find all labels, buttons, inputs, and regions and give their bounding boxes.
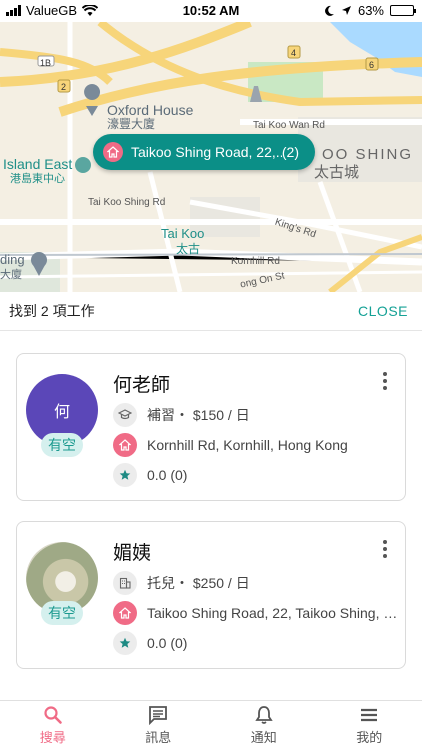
close-button[interactable]: CLOSE [358, 303, 408, 319]
bottom-nav: 搜尋 訊息 通知 我的 [0, 700, 422, 750]
job-address-row: Kornhill Rd, Kornhill, Hong Kong [113, 433, 398, 457]
home-icon [113, 601, 137, 625]
availability-badge: 有空 [41, 601, 83, 625]
nav-notifications-label: 通知 [250, 730, 277, 745]
map-pill-address: Taikoo Shing Road, 22,... [131, 144, 282, 160]
graduation-cap-icon [113, 403, 137, 427]
availability-badge: 有空 [41, 433, 83, 457]
results-count: 找到 2 項工作 [9, 303, 95, 319]
more-options-icon[interactable] [383, 540, 387, 558]
nav-profile-label: 我的 [356, 730, 383, 745]
job-name: 何老師 [113, 375, 171, 396]
menu-icon [361, 708, 378, 722]
job-card[interactable]: 何 有空 何老師 補習・ $150 / 日 Kornhill Rd, Kornh… [16, 353, 406, 501]
home-icon [103, 142, 123, 162]
job-address: Kornhill Rd, Kornhill, Hong Kong [147, 437, 348, 453]
search-icon [44, 706, 62, 724]
job-rating: 0.0 (0) [147, 467, 188, 483]
message-icon [149, 706, 168, 725]
map-cluster-pill[interactable]: Taikoo Shing Road, 22,... (2) [93, 134, 315, 170]
road-shield-4: 4 [291, 48, 297, 58]
map-label-island-east-cn: 港島東中心 [10, 173, 65, 185]
job-rating: 0.0 (0) [147, 635, 188, 651]
map-label-island-east: Island East [3, 156, 73, 172]
map-label-taikoo-shing-cn: 太古城 [314, 164, 360, 181]
star-icon [113, 463, 137, 487]
avatar-initial: 何 [53, 404, 70, 421]
divider [0, 330, 422, 331]
map-pill-count: (2) [281, 144, 299, 160]
job-rating-row: 0.0 (0) [113, 631, 398, 655]
location-arrow-icon [341, 6, 351, 15]
job-category-row: 托兒・ $250 / 日 [113, 571, 398, 595]
more-options-icon[interactable] [383, 372, 387, 390]
nav-messages[interactable]: 訊息 [106, 701, 212, 750]
job-address-row: Taikoo Shing Road, 22, Taikoo Shing, Hon… [113, 601, 398, 625]
job-category: 托兒・ $250 / 日 [147, 575, 250, 591]
map-label-oxford-house-cn: 濠豐大廈 [107, 117, 156, 131]
nav-notifications[interactable]: 通知 [211, 701, 317, 750]
moon-icon [325, 5, 334, 16]
nav-profile[interactable]: 我的 [317, 701, 422, 750]
nav-search[interactable]: 搜尋 [0, 701, 106, 750]
map-label-ding: ding [0, 252, 25, 267]
results-header: 找到 2 項工作 CLOSE [0, 292, 422, 330]
map-label-tai-koo-cn: 太古 [176, 242, 201, 256]
star-icon [113, 631, 137, 655]
road-shield-1b: 1B [40, 58, 52, 68]
bell-icon [255, 706, 273, 724]
job-name: 媚姨 [113, 543, 152, 564]
nav-search-label: 搜尋 [39, 730, 66, 745]
status-bar: ValueGB 10:52 AM 63% [0, 0, 422, 22]
map-label-taikoo-shing-rd: Tai Koo Shing Rd [88, 197, 166, 208]
home-icon [113, 433, 137, 457]
building-icon [113, 571, 137, 595]
job-category: 補習・ $150 / 日 [147, 407, 250, 423]
map-label-tai-koo: Tai Koo [161, 226, 205, 241]
map-label-taikoo-wan-rd: Tai Koo Wan Rd [253, 120, 325, 131]
battery-percent: 63% [357, 3, 384, 18]
map-view[interactable]: 1B 2 4 6 Oxford House 濠豐大廈 Tai Koo Wan R… [0, 22, 422, 292]
map-label-tai-ha: 大廈 [0, 269, 22, 281]
job-category-row: 補習・ $150 / 日 [113, 403, 398, 427]
battery-icon [390, 5, 416, 16]
road-shield-2: 2 [61, 82, 67, 92]
map-label-kornhill-rd: Kornhill Rd [231, 256, 280, 267]
road-shield-6: 6 [369, 60, 375, 70]
job-rating-row: 0.0 (0) [113, 463, 398, 487]
map-label-oxford-house: Oxford House [107, 102, 194, 118]
job-address: Taikoo Shing Road, 22, Taikoo Shing, Hon… [147, 605, 398, 621]
map-label-oo-shing: OO SHING [322, 146, 414, 163]
nav-messages-label: 訊息 [145, 730, 172, 745]
job-card[interactable]: 有空 媚姨 托兒・ $250 / 日 Taikoo Shing Road, 22… [16, 521, 406, 669]
